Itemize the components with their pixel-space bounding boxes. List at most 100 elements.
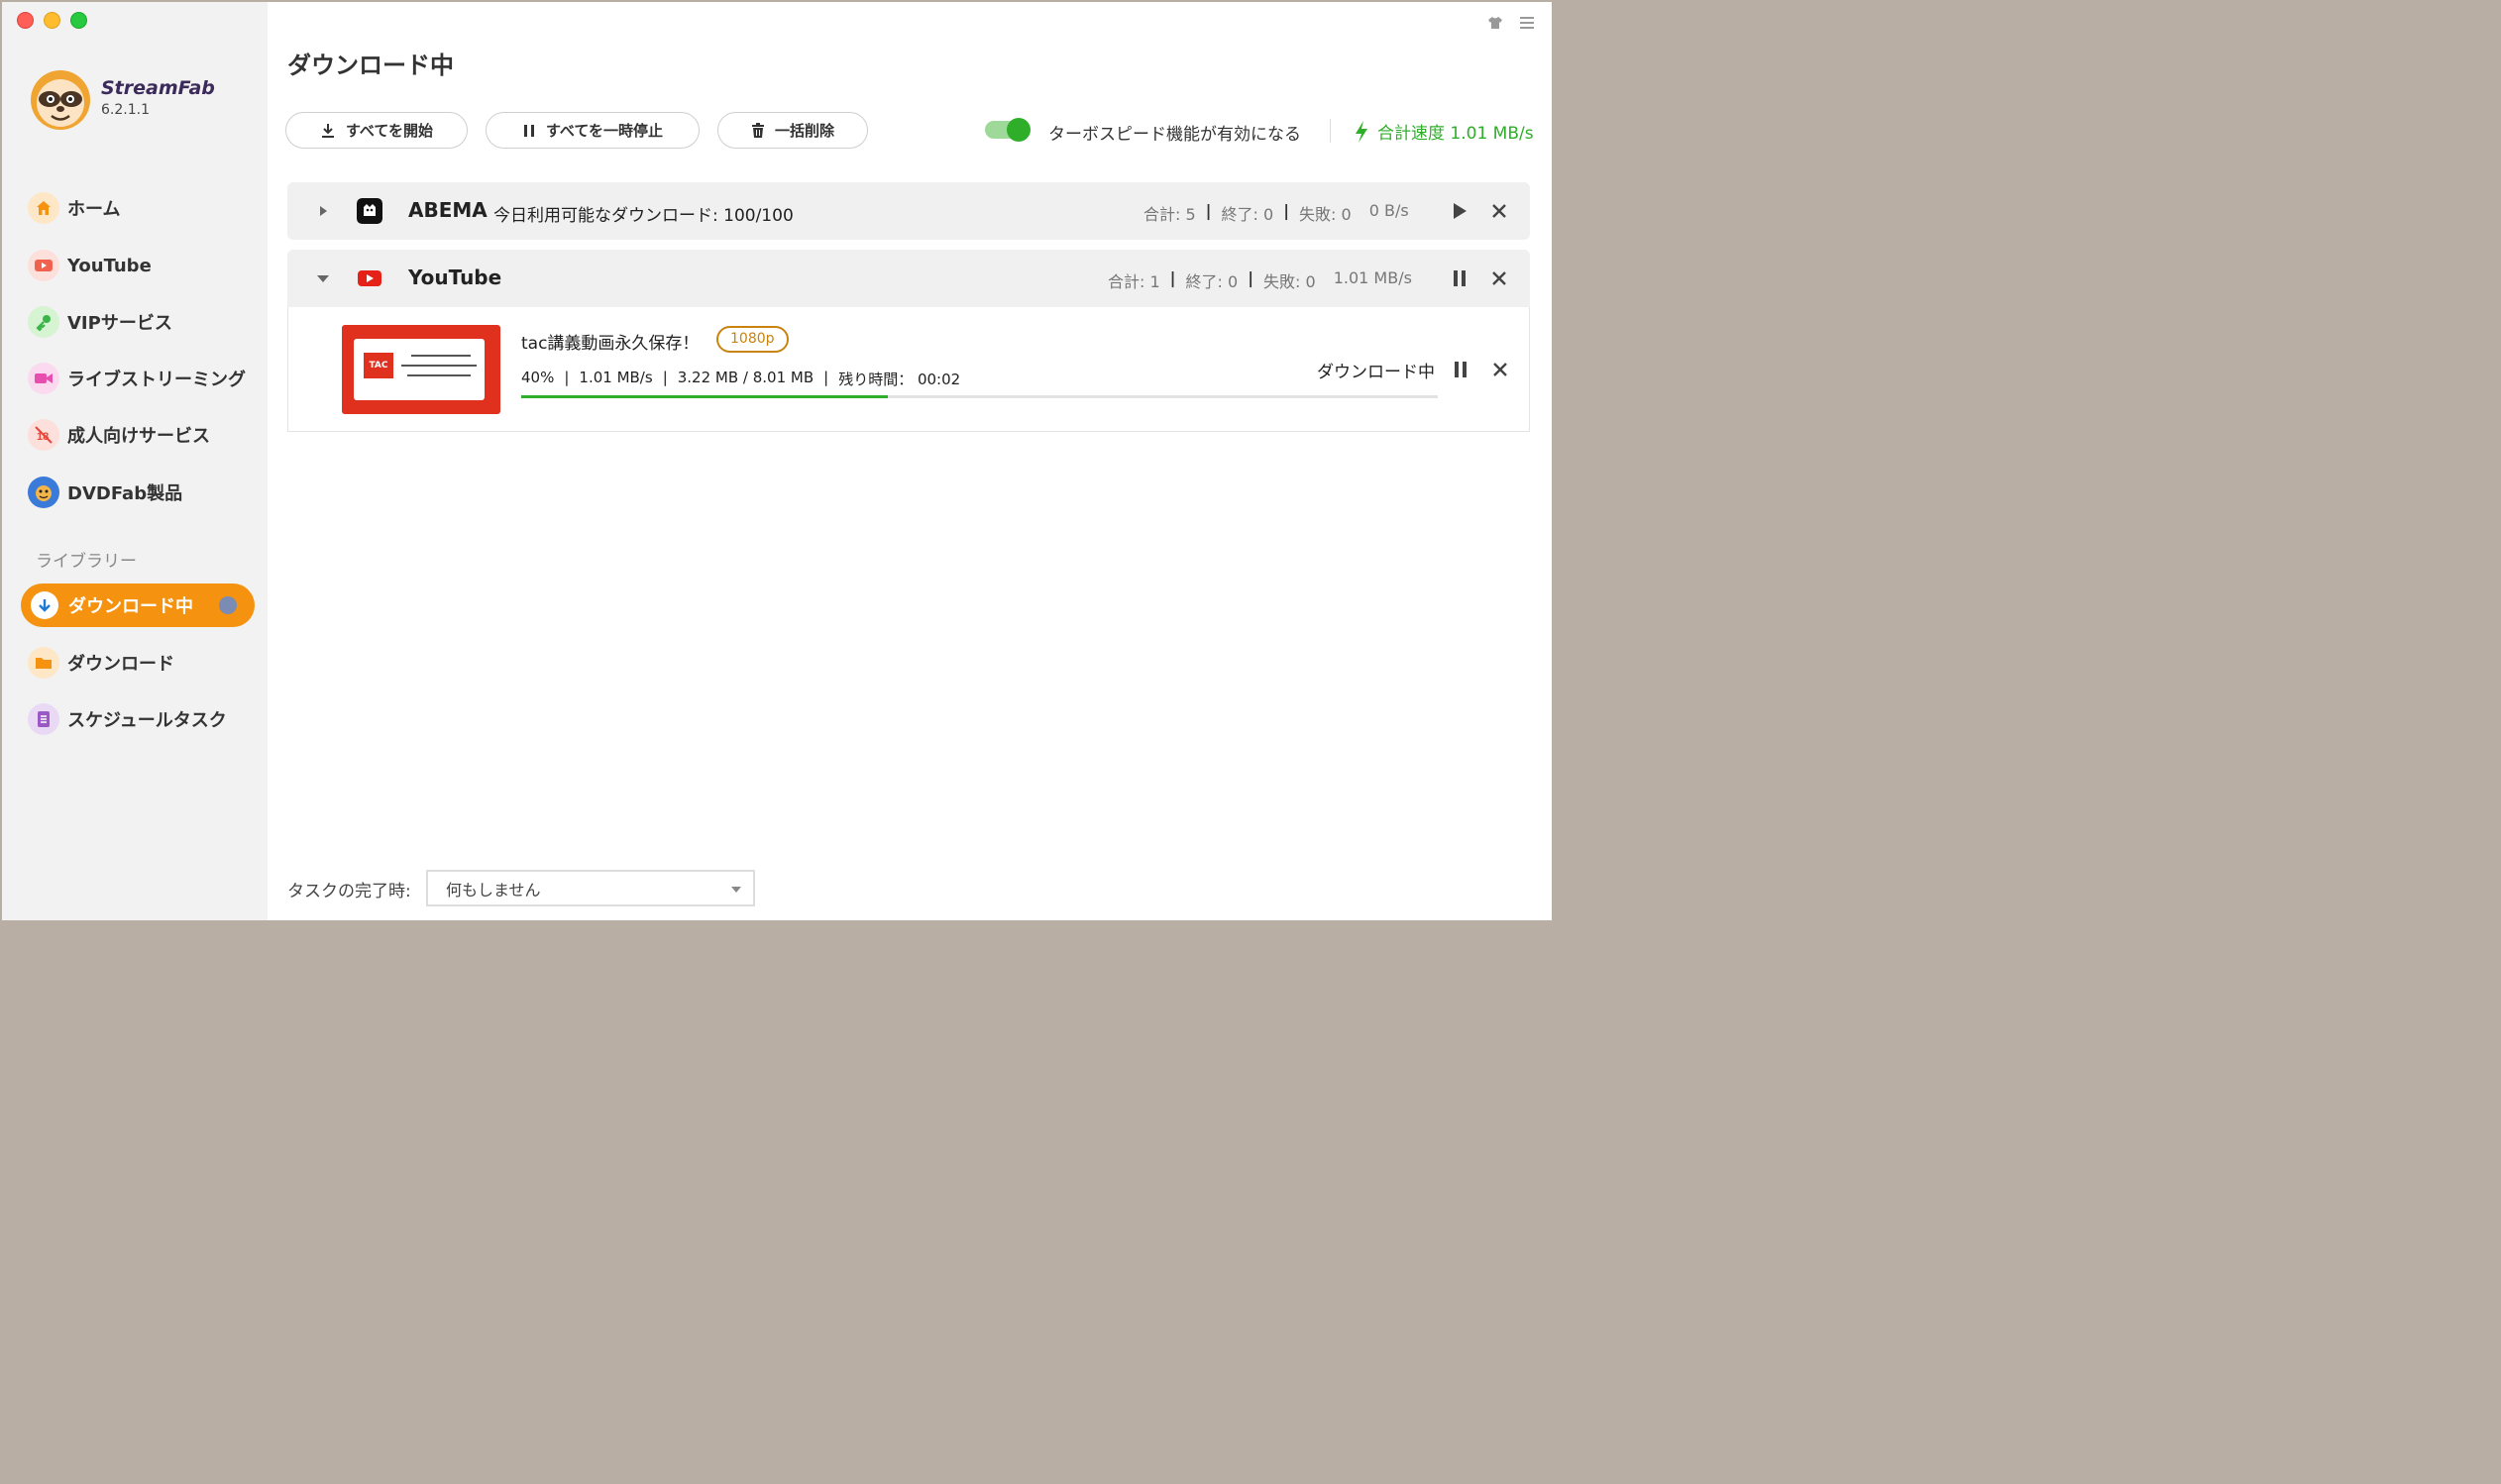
sidebar-item-home[interactable]: ホーム xyxy=(28,188,120,228)
download-arrow-icon xyxy=(31,591,58,619)
sidebar-item-downloading[interactable]: ダウンロード中 xyxy=(21,583,255,627)
quality-badge: 1080p xyxy=(716,326,789,353)
total-speed-label: 合計速度 1.01 MB/s xyxy=(1377,124,1534,144)
collapse-caret-icon[interactable] xyxy=(315,271,329,285)
close-group-button[interactable] xyxy=(1488,267,1510,289)
sidebar-item-downloads[interactable]: ダウンロード xyxy=(28,643,174,683)
chevron-down-icon xyxy=(731,887,741,893)
sidebar-item-label: ライブストリーミング xyxy=(67,370,246,390)
sidebar-item-label: ダウンロード xyxy=(67,654,174,675)
folder-icon xyxy=(28,647,59,679)
pause-icon xyxy=(1455,362,1467,377)
sidebar-item-label: DVDFab製品 xyxy=(67,483,183,504)
app-version: 6.2.1.1 xyxy=(101,102,150,118)
download-icon xyxy=(321,123,334,138)
progress-fill xyxy=(521,395,888,398)
menu-icon[interactable] xyxy=(1518,16,1536,34)
on-complete-label: タスクの完了時: xyxy=(287,882,411,901)
start-all-label: すべてを開始 xyxy=(345,122,434,140)
delete-all-button[interactable]: 一括削除 xyxy=(717,112,868,149)
youtube-logo-icon xyxy=(358,270,381,286)
divider xyxy=(1330,119,1331,143)
delete-all-label: 一括削除 xyxy=(774,122,834,140)
group-stats: 合計: 1 | 終了: 0 | 失敗: 0 1.01 MB/s xyxy=(1108,268,1412,291)
pause-task-button[interactable] xyxy=(1450,359,1471,380)
abema-logo-icon xyxy=(357,198,382,224)
thumbnail-text-line xyxy=(411,355,471,357)
pause-icon xyxy=(523,124,534,137)
on-complete-select[interactable]: 何もしません xyxy=(426,870,755,906)
sidebar-item-dvdfab[interactable]: DVDFab製品 xyxy=(28,473,182,512)
task-size: 3.22 MB / 8.01 MB xyxy=(677,369,815,386)
sidebar-item-adult[interactable]: 18 成人向けサービス xyxy=(28,415,210,455)
group-name: ABEMA xyxy=(408,198,488,222)
play-button[interactable] xyxy=(1449,200,1470,222)
thumbnail-card: TAC xyxy=(354,339,485,400)
pause-icon xyxy=(1454,270,1466,286)
group-quota-note: 今日利用可能なダウンロード: 100/100 xyxy=(493,206,794,226)
turbo-speed-toggle[interactable] xyxy=(985,118,1031,142)
task-speed: 1.01 MB/s xyxy=(579,369,653,386)
brand-name: StreamFab xyxy=(101,77,215,99)
status-badge xyxy=(219,596,237,614)
task-remaining: 残り時間： 00:02 xyxy=(838,371,961,388)
group-total: 合計: 1 xyxy=(1108,272,1160,291)
sidebar-item-label: スケジュールタスク xyxy=(67,710,227,731)
sidebar-item-label: VIPサービス xyxy=(67,313,172,334)
key-icon xyxy=(28,306,59,338)
sidebar-item-vip[interactable]: VIPサービス xyxy=(28,302,172,342)
group-name: YouTube xyxy=(408,265,502,289)
video-thumbnail: TAC xyxy=(342,325,500,414)
sidebar-item-label: YouTube xyxy=(67,255,152,276)
adult-18-icon: 18 xyxy=(28,419,59,451)
group-speed: 0 B/s xyxy=(1368,201,1409,220)
lightning-icon xyxy=(1356,120,1367,143)
skin-shirt-icon[interactable] xyxy=(1486,16,1504,34)
sidebar: StreamFab 6.2.1.1 ホーム YouTube VIPサービス ライ… xyxy=(2,2,268,920)
task-title: tac講義動画永久保存！ xyxy=(521,334,700,354)
sidebar-item-schedule[interactable]: スケジュールタスク xyxy=(28,699,227,739)
group-failed: 失敗: 0 xyxy=(1263,272,1316,291)
task-status: ダウンロード中 xyxy=(1317,363,1435,382)
sidebar-item-label: ダウンロード中 xyxy=(68,596,193,617)
thumbnail-text-line xyxy=(401,365,477,367)
start-all-button[interactable]: すべてを開始 xyxy=(285,112,468,149)
page-title: ダウンロード中 xyxy=(287,52,454,79)
expand-caret-icon[interactable] xyxy=(317,204,329,218)
turbo-speed-label: ターボスピード機能が有効になる xyxy=(1048,125,1301,145)
group-row-abema[interactable]: ABEMA 今日利用可能なダウンロード: 100/100 合計: 5 | 終了: … xyxy=(287,182,1530,240)
app-window: StreamFab 6.2.1.1 ホーム YouTube VIPサービス ライ… xyxy=(2,2,1552,920)
close-icon xyxy=(1492,271,1506,285)
total-speed: 合計速度 1.01 MB/s xyxy=(1354,119,1534,144)
top-right-icons xyxy=(1486,16,1536,34)
close-group-button[interactable] xyxy=(1488,200,1510,222)
window-minimize-button[interactable] xyxy=(44,12,60,29)
close-task-button[interactable] xyxy=(1489,359,1511,380)
pause-all-label: すべてを一時停止 xyxy=(545,122,664,140)
close-icon xyxy=(1492,204,1506,218)
close-icon xyxy=(1493,363,1507,376)
pause-group-button[interactable] xyxy=(1449,267,1470,289)
home-icon xyxy=(28,192,59,224)
task-meta: 40% | 1.01 MB/s | 3.22 MB / 8.01 MB | 残り時間：… xyxy=(521,369,961,388)
play-icon xyxy=(1454,203,1467,219)
video-camera-icon xyxy=(28,363,59,394)
group-total: 合計: 5 xyxy=(1143,205,1196,224)
window-zoom-button[interactable] xyxy=(70,12,87,29)
group-done: 終了: 0 xyxy=(1185,272,1239,291)
sidebar-item-label: 成人向けサービス xyxy=(67,426,210,447)
thumbnail-badge: TAC xyxy=(364,353,393,378)
schedule-list-icon xyxy=(28,703,59,735)
group-failed: 失敗: 0 xyxy=(1299,205,1352,224)
task-item: TAC tac講義動画永久保存！ 1080p 40% | 1.01 MB/s | 3… xyxy=(287,307,1530,432)
group-row-youtube[interactable]: YouTube 合計: 1 | 終了: 0 | 失敗: 0 1.01 MB/s xyxy=(287,250,1530,307)
sidebar-item-youtube[interactable]: YouTube xyxy=(28,246,152,285)
pause-all-button[interactable]: すべてを一時停止 xyxy=(486,112,700,149)
library-section-label: ライブラリー xyxy=(36,552,137,572)
select-value: 何もしません xyxy=(446,880,541,900)
group-stats: 合計: 5 | 終了: 0 | 失敗: 0 0 B/s xyxy=(1143,201,1409,224)
window-close-button[interactable] xyxy=(17,12,34,29)
sidebar-item-live-streaming[interactable]: ライブストリーミング xyxy=(28,359,246,398)
youtube-icon xyxy=(28,250,59,281)
task-percent: 40% xyxy=(521,369,555,386)
